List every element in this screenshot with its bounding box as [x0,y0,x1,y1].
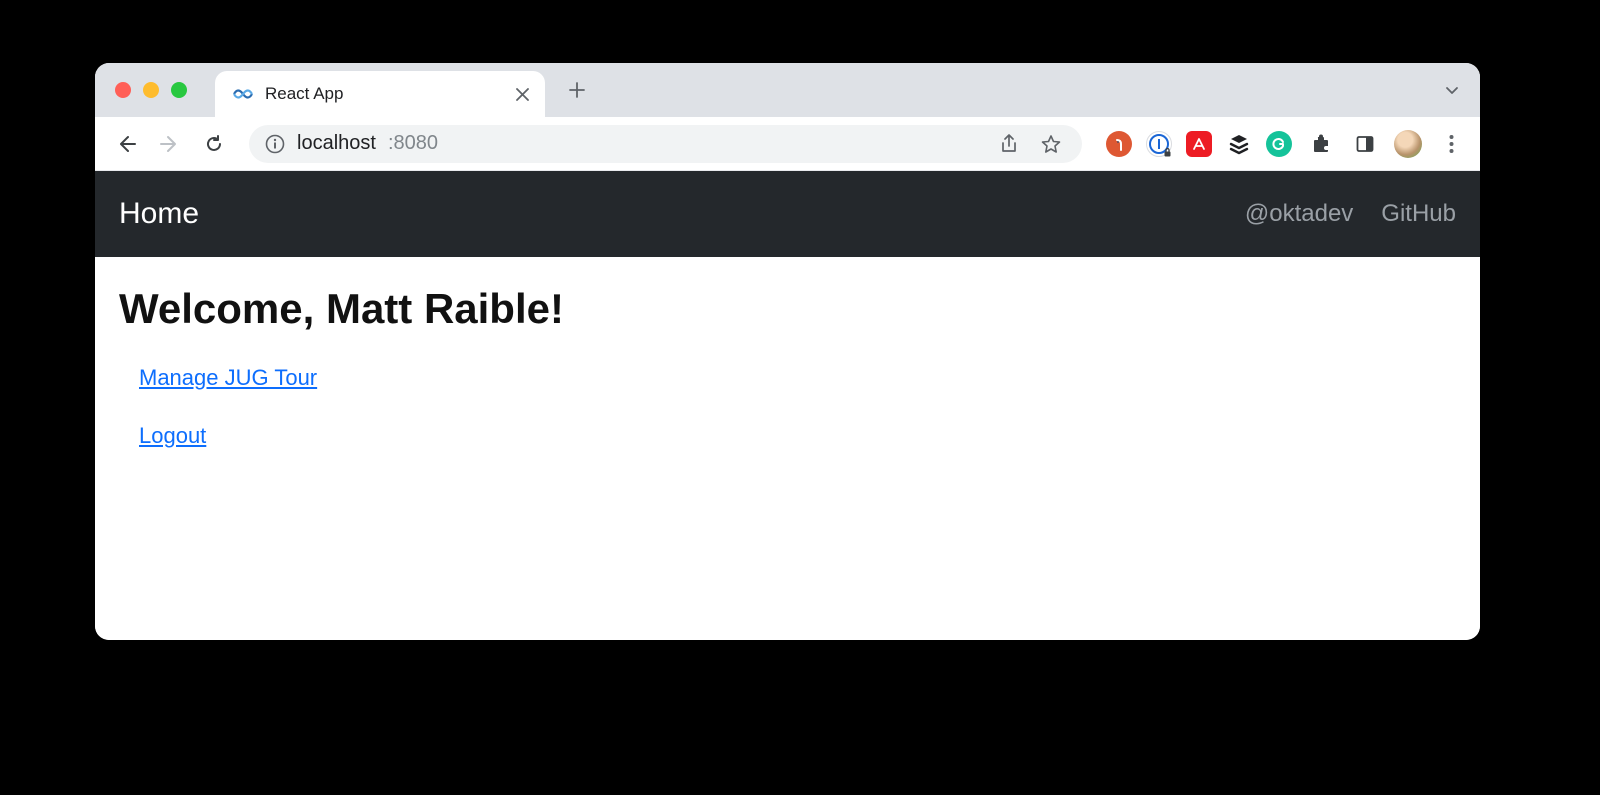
profile-avatar[interactable] [1394,130,1422,158]
address-bar[interactable]: localhost :8080 [249,125,1082,163]
app-navbar: Home @oktadev GitHub [95,171,1480,257]
browser-tab[interactable]: React App [215,71,545,117]
page-content: Home @oktadev GitHub Welcome, Matt Raibl… [95,171,1480,640]
close-window-button[interactable] [115,82,131,98]
favicon-react-icon [233,84,253,104]
tab-title: React App [265,84,501,104]
url-port: :8080 [388,132,438,155]
extension-1password-icon[interactable] [1146,131,1172,157]
logout-link[interactable]: Logout [139,423,1456,449]
close-tab-button[interactable] [513,85,531,103]
browser-toolbar: localhost :8080 [95,117,1480,171]
extension-buffer-icon[interactable] [1226,131,1252,157]
url-host: localhost [297,132,376,155]
browser-window: React App localhost :8080 [95,63,1480,640]
reload-button[interactable] [197,127,231,161]
side-panel-button[interactable] [1350,129,1380,159]
back-button[interactable] [109,127,143,161]
tabs-dropdown-button[interactable] [1444,82,1460,98]
site-info-icon[interactable] [265,134,285,154]
extensions-button[interactable] [1306,129,1336,159]
window-controls [115,82,187,98]
extensions-area [1106,129,1466,159]
minimize-window-button[interactable] [143,82,159,98]
extension-grammarly-icon[interactable] [1266,131,1292,157]
browser-menu-button[interactable] [1436,129,1466,159]
navlink-oktadev[interactable]: @oktadev [1245,200,1353,228]
tab-strip: React App [95,63,1480,117]
share-button[interactable] [994,129,1024,159]
extension-duckduckgo-icon[interactable] [1106,131,1132,157]
navbar-right: @oktadev GitHub [1245,200,1456,228]
maximize-window-button[interactable] [171,82,187,98]
extension-asciidoctor-icon[interactable] [1186,131,1212,157]
manage-jug-tour-link[interactable]: Manage JUG Tour [139,365,1456,391]
new-tab-button[interactable] [557,70,597,110]
forward-button[interactable] [153,127,187,161]
navbar-brand[interactable]: Home [119,197,199,231]
page-body: Welcome, Matt Raible! Manage JUG Tour Lo… [95,257,1480,509]
bookmark-button[interactable] [1036,129,1066,159]
navlink-github[interactable]: GitHub [1381,200,1456,228]
welcome-heading: Welcome, Matt Raible! [119,285,1456,333]
